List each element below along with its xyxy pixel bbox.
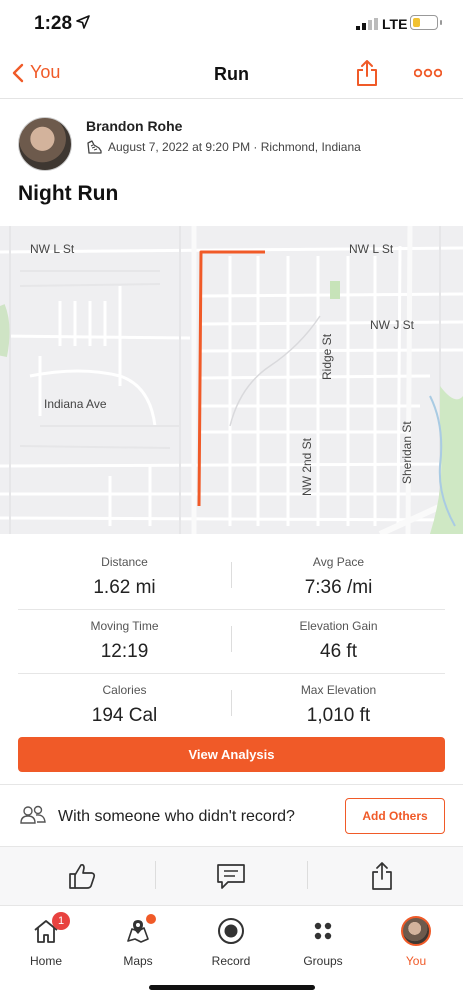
share-icon[interactable] [356, 59, 378, 87]
stat-label: Calories [102, 683, 147, 697]
thumbs-up-icon[interactable] [66, 861, 98, 891]
tab-home[interactable]: 1 Home [8, 912, 84, 968]
athlete-name[interactable]: Brandon Rohe [86, 118, 182, 134]
stat-value: 12:19 [100, 641, 149, 662]
share-icon[interactable] [366, 861, 398, 891]
stat-elevation-gain: Elevation Gain 46 ft [232, 619, 445, 663]
tab-groups[interactable]: Groups [285, 914, 361, 968]
tab-maps[interactable]: Maps [100, 914, 176, 968]
map-label: Indiana Ave [44, 397, 107, 411]
battery-icon [410, 15, 438, 30]
page-title: Run [214, 64, 249, 84]
stat-value: 1.62 mi [93, 577, 156, 598]
stat-max-elevation: Max Elevation 1,010 ft [232, 683, 445, 727]
map-label: NW L St [349, 242, 394, 256]
stat-moving-time: Moving Time 12:19 [18, 619, 231, 663]
view-analysis-button[interactable]: View Analysis [18, 737, 445, 772]
map-label: NW L St [30, 242, 75, 256]
people-icon [20, 805, 46, 824]
tab-label: Maps [123, 954, 153, 968]
stat-label: Moving Time [90, 619, 159, 633]
tab-you[interactable]: You [378, 914, 454, 968]
map-label: Ridge St [320, 333, 334, 380]
comment-icon[interactable] [215, 861, 247, 891]
stat-label: Max Elevation [300, 683, 377, 697]
map-label: Sheridan St [400, 421, 414, 484]
stat-label: Avg Pace [312, 555, 365, 569]
athlete-avatar[interactable] [18, 117, 72, 171]
signal-icon [356, 18, 378, 30]
map-roads [0, 226, 463, 534]
avatar [401, 916, 431, 946]
location-arrow-icon [76, 15, 90, 29]
stat-value: 1,010 ft [306, 705, 371, 726]
stat-row: Calories 194 Cal Max Elevation 1,010 ft [18, 674, 445, 737]
status-time: 1:28 [34, 13, 73, 34]
network-type: LTE [382, 16, 408, 32]
status-bar: 1:28 LTE [0, 0, 463, 46]
stat-distance: Distance 1.62 mi [18, 555, 231, 599]
activity-actions [0, 846, 463, 906]
stat-calories: Calories 194 Cal [18, 683, 231, 727]
tab-label: Record [211, 954, 251, 968]
stat-value: 7:36 /mi [304, 577, 373, 598]
tab-record[interactable]: Record [193, 914, 269, 968]
home-indicator [149, 985, 315, 990]
stat-label: Elevation Gain [299, 619, 378, 633]
map-label: NW J St [370, 318, 414, 332]
tab-label: Groups [303, 954, 343, 968]
more-icon[interactable] [414, 68, 442, 78]
stat-row: Moving Time 12:19 Elevation Gain 46 ft [18, 610, 445, 674]
map-label: NW 2nd St [300, 437, 314, 496]
maps-notification-dot [146, 914, 156, 924]
shoe-icon [87, 140, 102, 154]
groups-icon [314, 922, 332, 940]
record-icon [218, 918, 244, 944]
activity-title: Night Run [18, 182, 119, 205]
add-others-button[interactable]: Add Others [345, 798, 445, 834]
stat-value: 194 Cal [91, 705, 158, 726]
stats-grid: Distance 1.62 mi Avg Pace 7:36 /mi Movin… [18, 546, 445, 737]
stat-value: 46 ft [320, 641, 357, 662]
stat-label: Distance [101, 555, 148, 569]
route-map[interactable]: NW L St NW L St NW J St Indiana Ave Ridg… [0, 226, 463, 534]
tab-label: Home [29, 954, 62, 968]
stat-row: Distance 1.62 mi Avg Pace 7:36 /mi [18, 546, 445, 610]
activity-date-location: August 7, 2022 at 9:20 PM · Richmond, In… [108, 140, 361, 154]
others-prompt: With someone who didn't record? [58, 808, 295, 825]
tab-label: You [405, 954, 427, 968]
record-with-others: With someone who didn't record? Add Othe… [0, 784, 463, 847]
activity-meta: August 7, 2022 at 9:20 PM · Richmond, In… [86, 140, 361, 154]
stat-avg-pace: Avg Pace 7:36 /mi [232, 555, 445, 599]
nav-bar: You Run [0, 48, 463, 99]
notification-badge: 1 [52, 912, 70, 930]
